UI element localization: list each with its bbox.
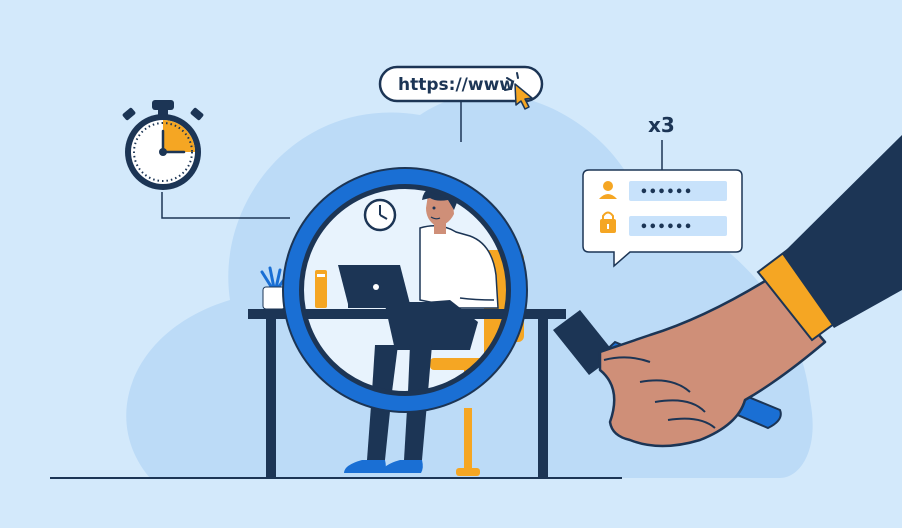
wall-clock-icon (363, 198, 397, 232)
username-value: •••••• (640, 185, 693, 200)
login-card: •••••• •••••• (582, 169, 743, 268)
illustration-svg: https://www. x3 •••••• •••••• (50, 65, 902, 479)
attempts-label: x3 (648, 113, 675, 137)
password-value: •••••• (640, 220, 693, 235)
stopwatch-elapsed (163, 120, 195, 152)
url-text: https://www. (398, 75, 520, 95)
stopwatch-icon (122, 100, 204, 190)
illustration: https://www. x3 •••••• •••••• (0, 0, 902, 528)
